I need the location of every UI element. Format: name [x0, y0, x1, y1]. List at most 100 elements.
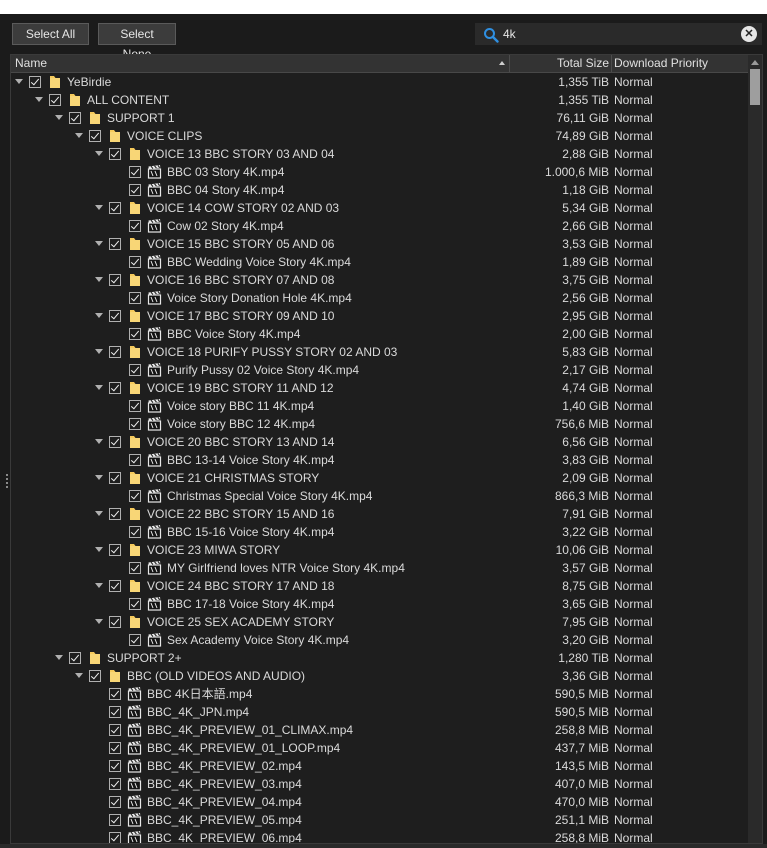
row-download-priority[interactable]: Normal — [614, 577, 653, 595]
row-checkbox[interactable] — [49, 94, 61, 106]
column-separator[interactable] — [611, 55, 612, 72]
expand-caret-icon[interactable] — [95, 439, 103, 444]
row-checkbox[interactable] — [109, 310, 121, 322]
row-checkbox[interactable] — [109, 778, 121, 790]
row-download-priority[interactable]: Normal — [614, 595, 653, 613]
row-checkbox[interactable] — [109, 472, 121, 484]
row-download-priority[interactable]: Normal — [614, 415, 653, 433]
folder-row[interactable]: YeBirdie 1,355 TiB Normal — [11, 73, 748, 91]
row-checkbox[interactable] — [109, 382, 121, 394]
row-checkbox[interactable] — [129, 328, 141, 340]
row-download-priority[interactable]: Normal — [614, 469, 653, 487]
row-download-priority[interactable]: Normal — [614, 559, 653, 577]
file-row[interactable]: BBC 03 Story 4K.mp4 1.000,6 MiB Normal — [11, 163, 748, 181]
row-checkbox[interactable] — [129, 562, 141, 574]
row-download-priority[interactable]: Normal — [614, 325, 653, 343]
row-download-priority[interactable]: Normal — [614, 253, 653, 271]
row-download-priority[interactable]: Normal — [614, 613, 653, 631]
folder-row[interactable]: VOICE 15 BBC STORY 05 AND 06 3,53 GiB Norm… — [11, 235, 748, 253]
row-checkbox[interactable] — [109, 544, 121, 556]
row-download-priority[interactable]: Normal — [614, 361, 653, 379]
row-download-priority[interactable]: Normal — [614, 829, 653, 843]
row-download-priority[interactable]: Normal — [614, 523, 653, 541]
folder-row[interactable]: VOICE 23 MIWA STORY 10,06 GiB Normal — [11, 541, 748, 559]
folder-row[interactable]: VOICE 20 BBC STORY 13 AND 14 6,56 GiB Norm… — [11, 433, 748, 451]
folder-row[interactable]: VOICE 13 BBC STORY 03 AND 04 2,88 GiB Norm… — [11, 145, 748, 163]
row-download-priority[interactable]: Normal — [614, 433, 653, 451]
row-download-priority[interactable]: Normal — [614, 397, 653, 415]
column-total-size[interactable]: Total Size — [509, 55, 609, 72]
row-checkbox[interactable] — [109, 706, 121, 718]
file-row[interactable]: BBC 04 Story 4K.mp4 1,18 GiB Normal — [11, 181, 748, 199]
row-checkbox[interactable] — [109, 202, 121, 214]
row-download-priority[interactable]: Normal — [614, 721, 653, 739]
row-checkbox[interactable] — [69, 112, 81, 124]
row-checkbox[interactable] — [129, 634, 141, 646]
row-download-priority[interactable]: Normal — [614, 163, 653, 181]
expand-caret-icon[interactable] — [75, 673, 83, 678]
expand-caret-icon[interactable] — [95, 619, 103, 624]
row-checkbox[interactable] — [129, 400, 141, 412]
file-row[interactable]: BBC_4K_PREVIEW_01_CLIMAX.mp4 258,8 MiB Nor… — [11, 721, 748, 739]
folder-row[interactable]: VOICE 25 SEX ACADEMY STORY 7,95 GiB Normal — [11, 613, 748, 631]
row-download-priority[interactable]: Normal — [614, 217, 653, 235]
row-download-priority[interactable]: Normal — [614, 343, 653, 361]
row-download-priority[interactable]: Normal — [614, 703, 653, 721]
folder-row[interactable]: VOICE 14 COW STORY 02 AND 03 5,34 GiB Norm… — [11, 199, 748, 217]
select-all-button[interactable]: Select All — [12, 23, 89, 45]
file-row[interactable]: BBC 15-16 Voice Story 4K.mp4 3,22 GiB Norm… — [11, 523, 748, 541]
file-row[interactable]: BBC 4K日本語.mp4 590,5 MiB Normal — [11, 685, 748, 703]
row-checkbox[interactable] — [109, 724, 121, 736]
row-download-priority[interactable]: Normal — [614, 667, 653, 685]
row-download-priority[interactable]: Normal — [614, 649, 653, 667]
expand-caret-icon[interactable] — [95, 547, 103, 552]
file-row[interactable]: BBC 17-18 Voice Story 4K.mp4 3,65 GiB Norm… — [11, 595, 748, 613]
file-row[interactable]: BBC_4K_PREVIEW_04.mp4 470,0 MiB Normal — [11, 793, 748, 811]
row-checkbox[interactable] — [69, 652, 81, 664]
row-checkbox[interactable] — [109, 580, 121, 592]
folder-row[interactable]: ALL CONTENT 1,355 TiB Normal — [11, 91, 748, 109]
expand-caret-icon[interactable] — [95, 583, 103, 588]
search-box[interactable]: 4k ✕ — [475, 23, 762, 45]
folder-row[interactable]: SUPPORT 2+ 1,280 TiB Normal — [11, 649, 748, 667]
expand-caret-icon[interactable] — [95, 385, 103, 390]
row-checkbox[interactable] — [109, 832, 121, 843]
row-checkbox[interactable] — [129, 418, 141, 430]
row-checkbox[interactable] — [129, 292, 141, 304]
row-download-priority[interactable]: Normal — [614, 757, 653, 775]
row-checkbox[interactable] — [129, 220, 141, 232]
row-checkbox[interactable] — [109, 616, 121, 628]
file-row[interactable]: BBC_4K_PREVIEW_03.mp4 407,0 MiB Normal — [11, 775, 748, 793]
expand-caret-icon[interactable] — [95, 151, 103, 156]
file-row[interactable]: BBC_4K_PREVIEW_02.mp4 143,5 MiB Normal — [11, 757, 748, 775]
row-checkbox[interactable] — [109, 238, 121, 250]
folder-row[interactable]: VOICE 24 BBC STORY 17 AND 18 8,75 GiB Norm… — [11, 577, 748, 595]
expand-caret-icon[interactable] — [95, 205, 103, 210]
file-row[interactable]: Voice story BBC 12 4K.mp4 756,6 MiB Normal — [11, 415, 748, 433]
row-download-priority[interactable]: Normal — [614, 451, 653, 469]
row-download-priority[interactable]: Normal — [614, 307, 653, 325]
row-checkbox[interactable] — [129, 184, 141, 196]
file-row[interactable]: Christmas Special Voice Story 4K.mp4 866,… — [11, 487, 748, 505]
file-row[interactable]: Voice story BBC 11 4K.mp4 1,40 GiB Normal — [11, 397, 748, 415]
row-checkbox[interactable] — [109, 274, 121, 286]
folder-row[interactable]: VOICE 21 CHRISTMAS STORY 2,09 GiB Normal — [11, 469, 748, 487]
row-checkbox[interactable] — [129, 166, 141, 178]
folder-row[interactable]: VOICE 16 BBC STORY 07 AND 08 3,75 GiB Norm… — [11, 271, 748, 289]
search-input[interactable]: 4k — [503, 26, 516, 42]
splitter-handle[interactable] — [6, 474, 8, 490]
file-row[interactable]: BBC_4K_JPN.mp4 590,5 MiB Normal — [11, 703, 748, 721]
row-download-priority[interactable]: Normal — [614, 127, 653, 145]
folder-row[interactable]: VOICE 19 BBC STORY 11 AND 12 4,74 GiB Norm… — [11, 379, 748, 397]
expand-caret-icon[interactable] — [95, 475, 103, 480]
row-checkbox[interactable] — [109, 814, 121, 826]
file-row[interactable]: BBC Wedding Voice Story 4K.mp4 1,89 GiB No… — [11, 253, 748, 271]
folder-row[interactable]: VOICE CLIPS 74,89 GiB Normal — [11, 127, 748, 145]
row-checkbox[interactable] — [109, 796, 121, 808]
expand-caret-icon[interactable] — [55, 655, 63, 660]
file-row[interactable]: MY Girlfriend loves NTR Voice Story 4K.m… — [11, 559, 748, 577]
row-checkbox[interactable] — [109, 148, 121, 160]
row-checkbox[interactable] — [89, 670, 101, 682]
expand-caret-icon[interactable] — [15, 79, 23, 84]
expand-caret-icon[interactable] — [95, 277, 103, 282]
